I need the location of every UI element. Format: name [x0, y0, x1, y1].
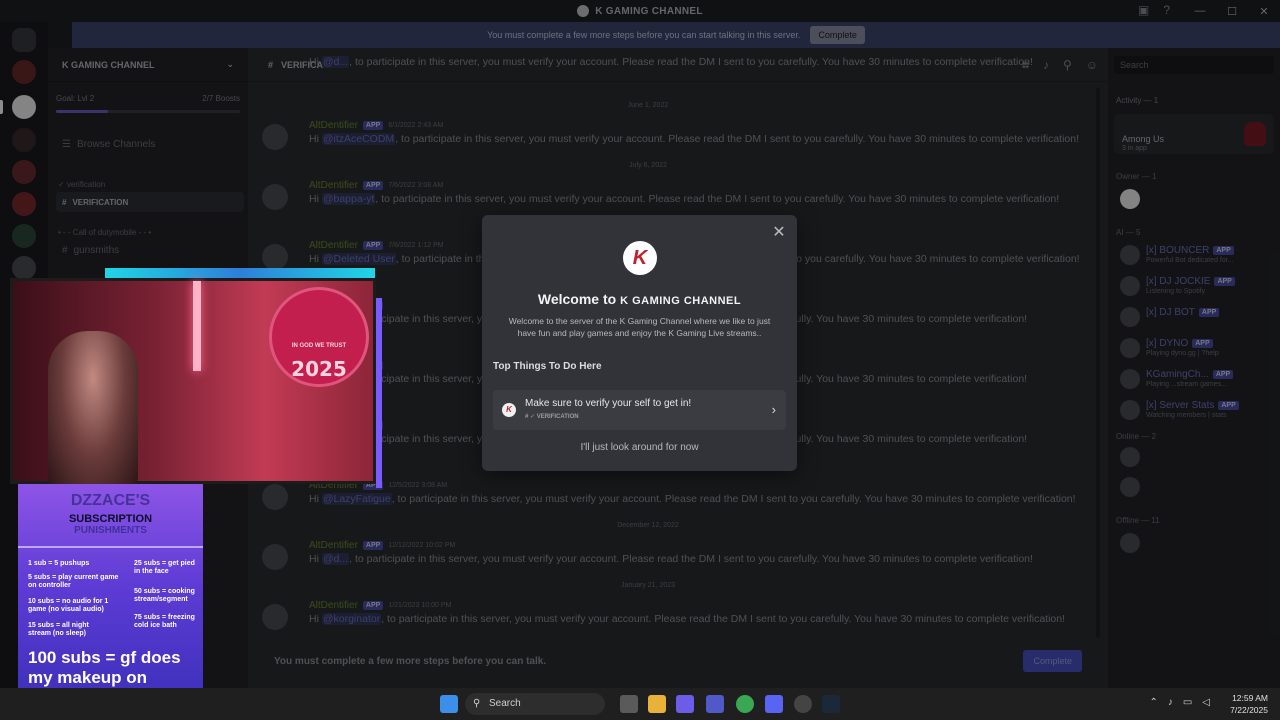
close-icon[interactable]: ✕: [771, 225, 787, 241]
taskbar-search[interactable]: ⚲ Search: [465, 693, 605, 715]
todo-title: Make sure to verify your self to get in!: [525, 398, 692, 409]
webcam-frame-side: [376, 298, 382, 488]
welcome-heading: Welcome to K GAMING CHANNEL: [537, 291, 742, 307]
microphone-icon[interactable]: ♪: [1168, 697, 1173, 708]
todo-verify-item[interactable]: K Make sure to verify your self to get i…: [493, 390, 786, 430]
panel-divider: [18, 546, 203, 548]
panel-subtitle: SUBSCRIPTION: [68, 513, 153, 525]
start-icon[interactable]: [440, 695, 458, 713]
welcome-description: Welcome to the server of the K Gaming Ch…: [508, 316, 771, 338]
sub-goal: 50 subs = cooking stream/segment: [134, 588, 195, 603]
discord-taskbar-icon[interactable]: [765, 695, 783, 713]
app-icon[interactable]: [794, 695, 812, 713]
chevron-right-icon: ›: [771, 402, 776, 417]
server-logo-icon: K: [502, 403, 516, 417]
sub-goal: 15 subs = all night stream (no sleep): [28, 622, 89, 637]
chevron-up-icon[interactable]: ⌃: [1149, 697, 1157, 708]
streamer-figure: [48, 331, 138, 487]
server-logo: K: [623, 241, 657, 275]
teams-icon[interactable]: [706, 695, 724, 713]
task-view-icon[interactable]: [620, 695, 638, 713]
seal-year: 2025: [291, 357, 347, 381]
windows-taskbar: ⚲ Search ⌃ ♪ ▭ ◁ 12:59 AM 7/22/2025: [0, 688, 1280, 720]
steam-icon[interactable]: [822, 695, 840, 713]
sub-goal: 25 subs = get pied in the face: [134, 560, 195, 575]
sub-goal: 1 sub = 5 pushups: [28, 560, 90, 567]
sub-goal: 10 subs = no audio for 1 game (no visual…: [28, 598, 109, 613]
welcome-modal: ✕ K Welcome to K GAMING CHANNEL Welcome …: [482, 215, 797, 471]
chrome-icon[interactable]: [736, 695, 754, 713]
todo-channel: # ✓ VERIFICATION: [525, 414, 579, 420]
panel-title: DZZACE'S: [70, 492, 151, 509]
seal-motto: IN GOD WE TRUST: [291, 343, 347, 349]
webcam-overlay: 2025 IN GOD WE TRUST: [10, 278, 376, 487]
system-tray: ⌃ ♪ ▭ ◁: [1149, 697, 1210, 708]
clock[interactable]: 12:59 AM 7/22/2025: [1230, 692, 1268, 716]
panel-subtitle: PUNISHMENTS: [74, 525, 147, 536]
volume-icon[interactable]: ◁: [1202, 697, 1210, 708]
neon-light: [193, 281, 201, 371]
network-icon[interactable]: ▭: [1183, 697, 1192, 708]
subscription-panel: DZZACE'S SUBSCRIPTION PUNISHMENTS 1 sub …: [18, 484, 203, 714]
search-icon: ⚲: [473, 698, 481, 709]
sub-goal: 75 subs = freezing cold ice bath: [134, 614, 195, 629]
copilot-icon[interactable]: [676, 695, 694, 713]
top-things-heading: Top Things To Do Here: [493, 361, 602, 372]
file-explorer-icon[interactable]: [648, 695, 666, 713]
sub-goal: 5 subs = play current game on controller: [28, 574, 119, 589]
look-around-link[interactable]: I'll just look around for now: [482, 442, 797, 453]
